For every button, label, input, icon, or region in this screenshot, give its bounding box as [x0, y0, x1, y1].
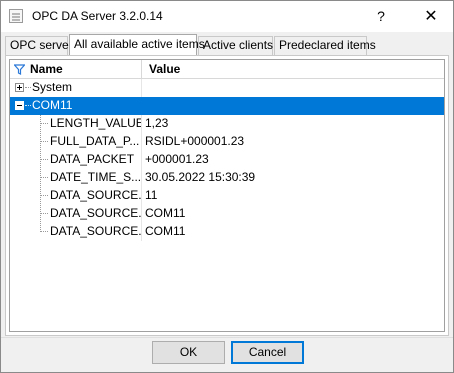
- cell-name: FULL_DATA_P...: [10, 133, 142, 151]
- cell-value: [143, 97, 145, 115]
- cell-name: DATA_PACKET: [10, 151, 142, 169]
- window-title: OPC DA Server 3.2.0.14: [32, 9, 163, 23]
- row-name: DATA_SOURCE...: [50, 206, 142, 220]
- cell-value: 1,23: [145, 116, 169, 130]
- tree-connector: [40, 195, 48, 196]
- row-name: System: [32, 80, 73, 94]
- tree-row-data-source-1[interactable]: DATA_SOURCE... 11: [10, 187, 444, 205]
- tree-connector: [40, 213, 48, 214]
- tree-row-date-time-stamp[interactable]: DATE_TIME_S... 30.05.2022 15:30:39: [10, 169, 444, 187]
- row-name: FULL_DATA_P...: [50, 134, 140, 148]
- cell-value: COM11: [145, 206, 186, 220]
- expand-plus-icon[interactable]: [15, 83, 24, 92]
- row-name: LENGTH_VALUE: [50, 116, 142, 130]
- tree-connector: [40, 141, 48, 142]
- tree-row-length-value[interactable]: LENGTH_VALUE 1,23: [10, 115, 444, 133]
- row-name: DATA_SOURCE...: [50, 224, 142, 238]
- tree-row-com11[interactable]: COM11: [10, 97, 444, 115]
- dialog-window: OPC DA Server 3.2.0.14 ? ✕ OPC server Al…: [0, 0, 454, 373]
- cell-name: DATE_TIME_S...: [10, 169, 142, 187]
- cell-name: LENGTH_VALUE: [10, 115, 142, 133]
- items-tree-grid[interactable]: Name Value System COM11 LENGTH_VALUE 1,2…: [9, 59, 445, 332]
- tree-connector: [40, 123, 48, 124]
- tree-row-system[interactable]: System: [10, 79, 444, 97]
- cell-value: RSIDL+000001.23: [145, 134, 245, 148]
- tab-panel: Name Value System COM11 LENGTH_VALUE 1,2…: [5, 55, 449, 336]
- tab-all-available-active-items[interactable]: All available active items: [69, 34, 205, 55]
- cell-value: 11: [145, 188, 158, 202]
- cell-name: COM11: [10, 97, 142, 115]
- ok-button[interactable]: OK: [152, 341, 225, 364]
- tree-row-full-data-packet[interactable]: FULL_DATA_P... RSIDL+000001.23: [10, 133, 444, 151]
- row-name: DATA_SOURCE...: [50, 188, 142, 202]
- filter-icon[interactable]: [14, 64, 25, 75]
- tab-predeclared-items[interactable]: Predeclared items: [274, 36, 376, 55]
- collapse-minus-icon[interactable]: [15, 101, 24, 110]
- row-name: DATA_PACKET: [50, 152, 135, 166]
- column-header-value[interactable]: Value: [143, 60, 180, 79]
- title-bar: OPC DA Server 3.2.0.14 ? ✕: [1, 1, 453, 32]
- tab-opc-server[interactable]: OPC server: [5, 36, 73, 55]
- tree-connector: [40, 231, 48, 232]
- cell-name: DATA_SOURCE...: [10, 223, 142, 241]
- tree-row-data-source-3[interactable]: DATA_SOURCE... COM11: [10, 223, 444, 241]
- row-name: COM11: [32, 98, 73, 112]
- tree-connector: [40, 177, 48, 178]
- column-header-name-label: Name: [30, 62, 63, 76]
- cell-value: [143, 79, 145, 97]
- tree-row-data-source-2[interactable]: DATA_SOURCE... COM11: [10, 205, 444, 223]
- tree-connector: [25, 87, 31, 88]
- grid-header: Name Value: [10, 60, 444, 79]
- cell-name: DATA_SOURCE...: [10, 187, 142, 205]
- tree-connector: [40, 159, 48, 160]
- tree-connector: [25, 105, 31, 106]
- column-header-name[interactable]: Name: [10, 60, 142, 79]
- cancel-button[interactable]: Cancel: [231, 341, 304, 364]
- cell-name: DATA_SOURCE...: [10, 205, 142, 223]
- footer-separator: [1, 337, 453, 338]
- close-button[interactable]: ✕: [409, 1, 453, 32]
- tab-active-clients[interactable]: Active clients: [198, 36, 273, 55]
- cell-value: +000001.23: [145, 152, 209, 166]
- app-icon: [9, 9, 23, 23]
- tree-row-data-packet[interactable]: DATA_PACKET +000001.23: [10, 151, 444, 169]
- help-button[interactable]: ?: [367, 1, 395, 32]
- cell-name: System: [10, 79, 142, 97]
- row-name: DATE_TIME_S...: [50, 170, 142, 184]
- cell-value: COM11: [145, 224, 186, 238]
- cell-value: 30.05.2022 15:30:39: [145, 170, 256, 184]
